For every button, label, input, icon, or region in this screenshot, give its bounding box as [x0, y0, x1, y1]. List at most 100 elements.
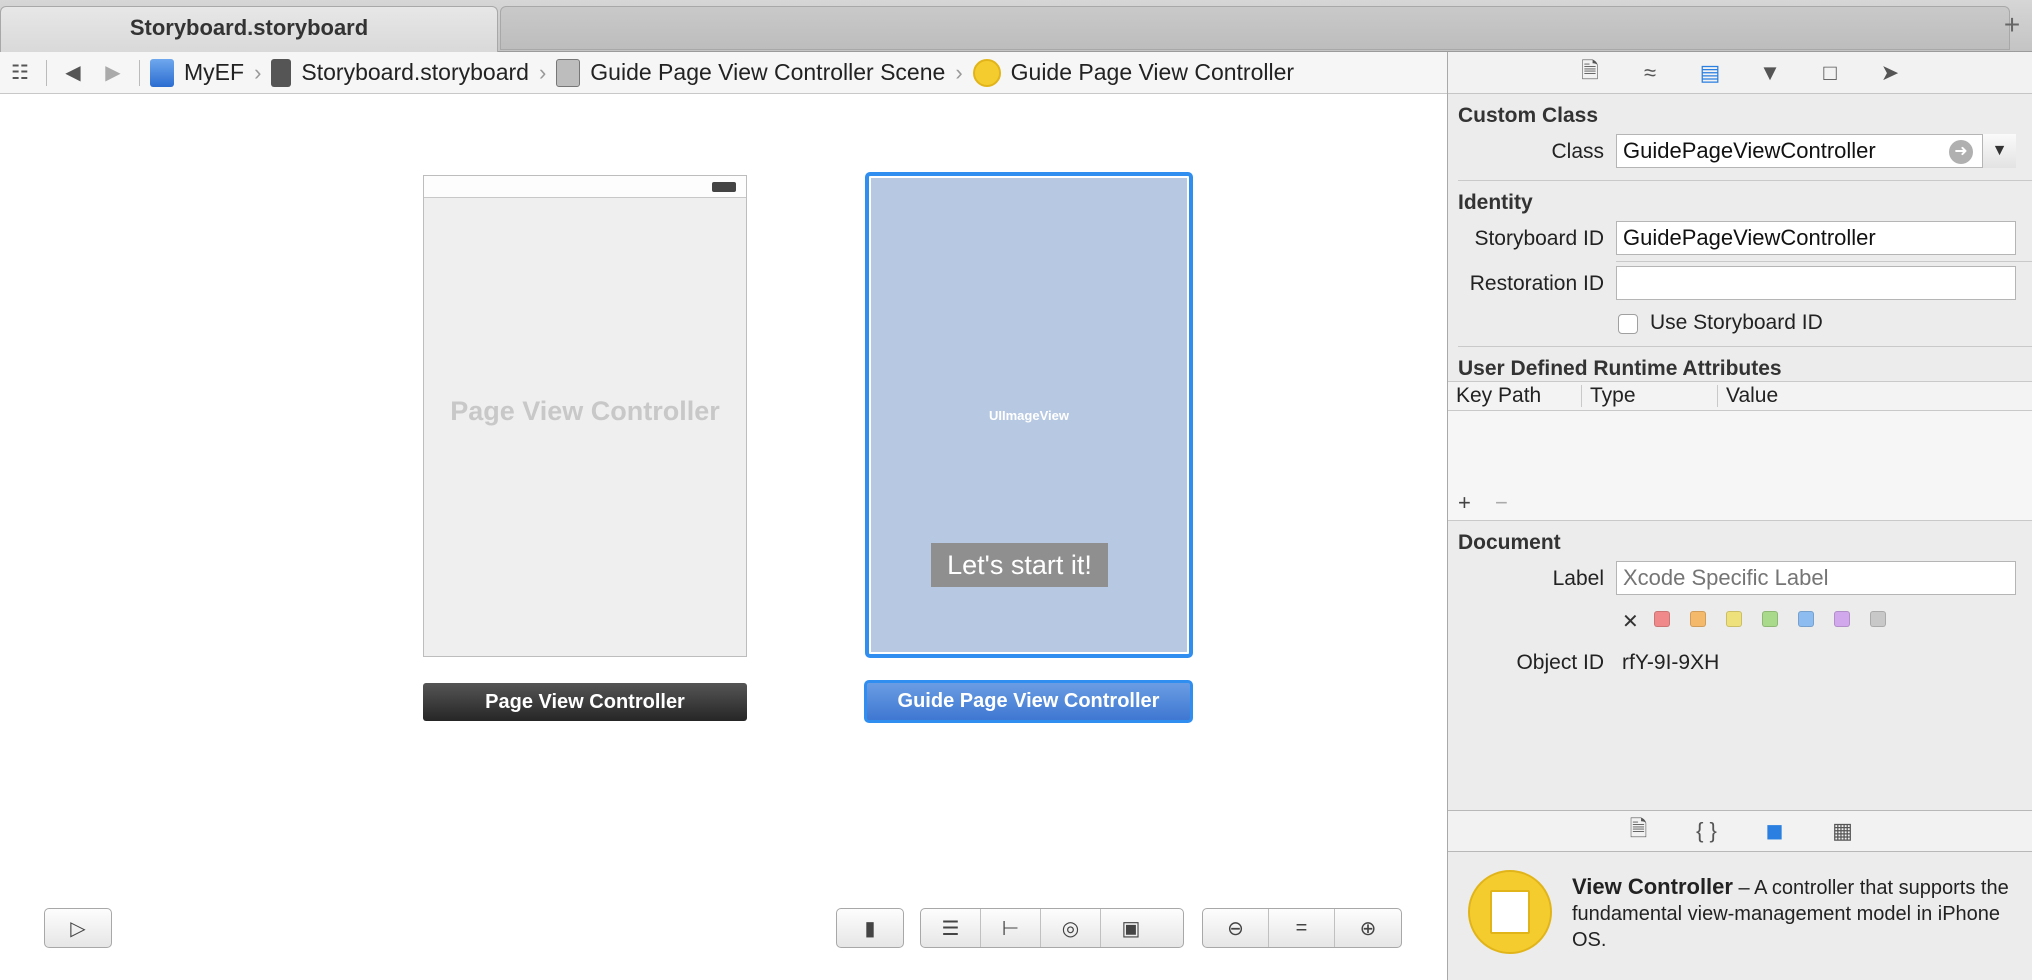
add-icon[interactable]: +	[1458, 490, 1471, 515]
page-view-controller-scene[interactable]: Page View Controller	[423, 175, 747, 657]
tab-storyboard[interactable]: Storyboard.storyboard	[0, 6, 498, 52]
runtime-attributes-header: Key Path Type Value	[1448, 381, 2032, 411]
storyboard-file-icon	[271, 58, 292, 87]
color-swatch-green[interactable]	[1762, 611, 1778, 627]
label-row: Label	[1448, 557, 2032, 601]
status-bar	[424, 176, 746, 198]
inspector-tab-bar: 🗎 ≈ ▤ ▼ □ ➤	[1448, 52, 2032, 94]
color-swatch-blue[interactable]	[1798, 611, 1814, 627]
restoration-id-field[interactable]	[1616, 266, 2016, 300]
column-type[interactable]: Type	[1582, 385, 1718, 407]
connections-inspector-icon[interactable]: ➤	[1874, 57, 1906, 89]
forward-button[interactable]: ▶	[93, 52, 133, 94]
section-title-document: Document	[1458, 531, 1561, 554]
color-swatch-yellow[interactable]	[1726, 611, 1742, 627]
view-controller-icon	[1468, 870, 1552, 954]
label-color-swatches: ✕	[1448, 601, 2032, 641]
color-swatch-red[interactable]	[1654, 611, 1670, 627]
breadcrumb-scene[interactable]: Guide Page View Controller Scene	[552, 52, 949, 94]
play-outline-icon: ▷	[70, 917, 86, 940]
align-icon[interactable]: ☰	[921, 909, 981, 947]
storyboard-canvas[interactable]: Page View Controller Page View Controlle…	[0, 95, 1447, 980]
class-combo-box[interactable]: GuidePageViewController ➜ ▼	[1616, 134, 2016, 168]
attributes-inspector-icon[interactable]: ▼	[1754, 57, 1786, 89]
color-swatch-orange[interactable]	[1690, 611, 1706, 627]
runtime-attributes-table[interactable]: + −	[1448, 411, 2032, 521]
go-to-class-icon[interactable]: ➜	[1949, 140, 1973, 164]
use-storyboard-id-checkbox[interactable]	[1618, 314, 1638, 334]
identity-inspector-icon[interactable]: ▤	[1694, 57, 1726, 89]
column-key-path[interactable]: Key Path	[1448, 385, 1582, 407]
lets-start-button[interactable]: Let's start it!	[931, 543, 1108, 587]
xcode-label-field[interactable]	[1616, 561, 2016, 595]
back-button[interactable]: ◀	[53, 52, 93, 94]
image-view-label: UIImageView	[989, 408, 1069, 423]
label-label: Label	[1552, 567, 1604, 590]
library-tab-bar: 🗎 { } ◼ ▦	[1448, 810, 2032, 852]
view-controller-icon	[972, 58, 1001, 87]
tab-bar: Storyboard.storyboard +	[0, 0, 2032, 52]
guide-page-view-controller-scene[interactable]: UIImageView Let's start it!	[865, 172, 1193, 658]
scene-icon	[556, 58, 581, 87]
section-title-custom-class: Custom Class	[1458, 104, 1599, 127]
section-title-runtime-attributes: User Defined Runtime Attributes	[1458, 357, 1782, 380]
device-icon: ▮	[864, 917, 876, 940]
size-inspector-icon[interactable]: □	[1814, 57, 1846, 89]
chevron-right-icon: ›	[955, 59, 963, 85]
library-item-text: View Controller – A controller that supp…	[1572, 874, 2012, 953]
battery-icon	[712, 182, 736, 192]
view-controller-icon-inner	[1490, 890, 1530, 934]
zoom-actual-icon[interactable]: =	[1269, 909, 1335, 947]
column-value[interactable]: Value	[1718, 385, 1778, 407]
resolve-icon[interactable]: ◎	[1041, 909, 1101, 947]
library-item-view-controller[interactable]: View Controller – A controller that supp…	[1448, 852, 2032, 980]
object-id-label: Object ID	[1516, 651, 1604, 674]
file-inspector-icon[interactable]: 🗎	[1574, 57, 1606, 89]
chevron-right-icon: ›	[538, 59, 547, 85]
breadcrumb-label: Storyboard.storyboard	[301, 59, 529, 85]
object-id-value: rfY-9I-9XH	[1622, 651, 1720, 674]
code-snippet-icon[interactable]: { }	[1691, 815, 1723, 847]
resize-icon[interactable]: ▣	[1101, 909, 1161, 947]
utilities-inspector: 🗎 ≈ ▤ ▼ □ ➤ Custom Class Class GuidePage…	[1447, 52, 2032, 980]
storyboard-id-label: Storyboard ID	[1474, 227, 1604, 250]
storyboard-id-row: Storyboard ID GuidePageViewController	[1448, 217, 2032, 261]
class-value: GuidePageViewController	[1623, 138, 1876, 163]
scene-placeholder-label: Page View Controller	[450, 396, 720, 426]
jump-bar: ☷ ◀ ▶ MyEF › Storyboard.storyboard › Gui…	[0, 52, 1447, 94]
object-library-icon[interactable]: ◼	[1759, 815, 1791, 847]
restoration-id-label: Restoration ID	[1469, 272, 1604, 295]
file-template-icon[interactable]: 🗎	[1623, 815, 1655, 847]
breadcrumb-label: Guide Page View Controller Scene	[590, 59, 946, 85]
clear-color-icon[interactable]: ✕	[1622, 609, 1639, 634]
zoom-in-icon[interactable]: ⊕	[1335, 909, 1401, 947]
divider	[139, 59, 140, 86]
divider	[46, 59, 47, 86]
zoom-out-icon[interactable]: ⊖	[1203, 909, 1269, 947]
storyboard-id-field[interactable]: GuidePageViewController	[1616, 221, 2016, 255]
image-view[interactable]: UIImageView Let's start it!	[871, 178, 1187, 652]
pin-icon[interactable]: ⊢	[981, 909, 1041, 947]
add-tab-icon[interactable]: +	[2000, 10, 2024, 40]
breadcrumb-project[interactable]: MyEF	[146, 52, 248, 94]
class-row: Class GuidePageViewController ➜ ▼	[1448, 130, 2032, 174]
remove-icon[interactable]: −	[1495, 490, 1508, 515]
scene-dock-guide-page-view-controller[interactable]: Guide Page View Controller	[864, 680, 1193, 723]
library-item-title: View Controller	[1572, 874, 1733, 899]
breadcrumb-label: Guide Page View Controller	[1010, 59, 1295, 85]
section-title-identity: Identity	[1458, 191, 1533, 214]
simulated-metrics-button[interactable]: ▮	[836, 908, 904, 948]
media-library-icon[interactable]: ▦	[1827, 815, 1859, 847]
breadcrumb-label: MyEF	[184, 59, 245, 85]
color-swatch-purple[interactable]	[1834, 611, 1850, 627]
breadcrumb-storyboard[interactable]: Storyboard.storyboard	[267, 52, 533, 94]
breadcrumb-view-controller[interactable]: Guide Page View Controller	[969, 52, 1298, 94]
color-swatch-gray[interactable]	[1870, 611, 1886, 627]
scene-dock-page-view-controller[interactable]: Page View Controller	[423, 683, 747, 721]
related-items-icon[interactable]: ☷	[0, 52, 40, 94]
use-storyboard-id-label: Use Storyboard ID	[1650, 311, 1823, 334]
chevron-down-icon[interactable]: ▼	[1982, 134, 2016, 168]
layout-button-group: ☰ ⊢ ◎ ▣	[920, 908, 1184, 948]
document-outline-toggle-button[interactable]: ▷	[44, 908, 112, 948]
quick-help-icon[interactable]: ≈	[1634, 57, 1666, 89]
